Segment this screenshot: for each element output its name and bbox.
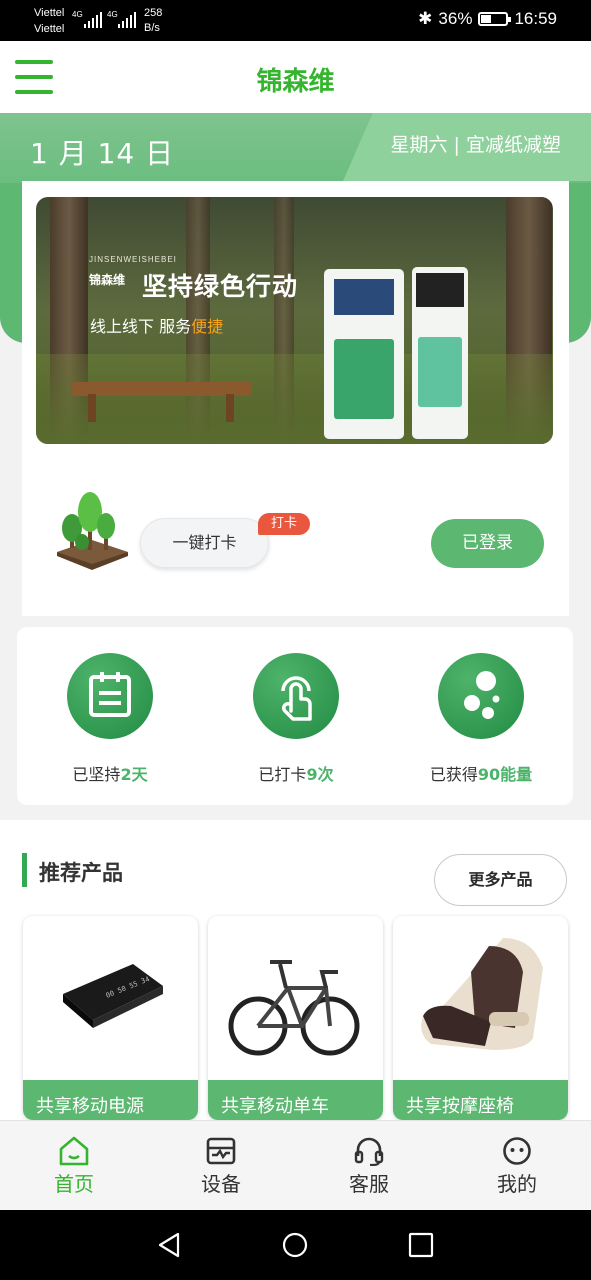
- stat-days: 已坚持2天: [25, 653, 195, 785]
- product-card-massage-chair[interactable]: 共享按摩座椅: [393, 916, 568, 1120]
- banner-grass: [36, 354, 553, 444]
- banner-small-text: JINSENWEISHEBEI: [89, 255, 177, 264]
- carrier2: Viettel: [34, 23, 65, 35]
- tab-device[interactable]: 设备: [171, 1136, 271, 1197]
- tab-service[interactable]: 客服: [319, 1136, 419, 1197]
- home-button-icon[interactable]: [282, 1232, 308, 1258]
- more-products-button[interactable]: 更多产品: [434, 854, 567, 906]
- clock: 16:59: [514, 9, 557, 28]
- promo-banner[interactable]: JINSENWEISHEBEI 锦森维 坚持绿色行动 线上线下 服务便捷: [36, 197, 553, 444]
- recent-apps-icon[interactable]: [408, 1232, 434, 1258]
- banner-title: 坚持绿色行动: [142, 272, 299, 301]
- product-card-power-bank[interactable]: 00 50 55 34 共享移动电源: [23, 916, 198, 1120]
- app-header: 锦森维: [0, 41, 591, 113]
- product-name: 共享按摩座椅: [393, 1080, 568, 1120]
- status-right: ✱ 36% 16:59: [418, 9, 557, 29]
- one-click-checkin-button[interactable]: 一键打卡: [140, 518, 269, 568]
- network-speed: 258 B/s: [144, 7, 163, 34]
- tab-profile[interactable]: 我的: [467, 1136, 567, 1197]
- bluetooth-icon: ✱: [418, 9, 433, 28]
- banner-bench: [72, 382, 252, 396]
- stat-energy: 已获得90能量: [396, 653, 566, 785]
- app-title: 锦森维: [256, 67, 335, 97]
- banner-brand: 锦森维: [89, 273, 126, 287]
- carrier-labels: Viettel Viettel: [34, 5, 64, 37]
- recommend-title: 推荐产品: [39, 861, 123, 885]
- product-name: 共享移动单车: [208, 1080, 383, 1120]
- date-label: 1 月 14 日: [30, 137, 175, 170]
- status-bar: Viettel Viettel 4G 4G 258 B/s ✱ 36% 16:5…: [0, 0, 591, 41]
- carrier1: Viettel: [34, 7, 65, 19]
- battery-icon: [478, 12, 512, 26]
- product-card-bicycle[interactable]: 共享移动单车: [208, 916, 383, 1120]
- stat-checkins: 已打卡9次: [211, 653, 381, 785]
- section-accent-bar: [22, 853, 27, 887]
- kiosk-image: [412, 267, 468, 439]
- bubbles-icon: [438, 653, 524, 739]
- logged-in-button[interactable]: 已登录: [431, 519, 544, 568]
- home-icon: [59, 1136, 89, 1166]
- tab-home[interactable]: 首页: [24, 1136, 124, 1197]
- signal-icon-2: [118, 12, 136, 28]
- tap-hand-icon: [253, 653, 339, 739]
- device-icon: [206, 1137, 236, 1165]
- kiosk-image: [324, 269, 404, 439]
- bicycle-image: [228, 960, 360, 1056]
- headset-icon: [354, 1137, 384, 1166]
- profile-icon: [503, 1137, 531, 1165]
- banner-subtitle: 线上线下 服务便捷: [90, 317, 224, 336]
- network-type-2: 4G: [107, 10, 118, 19]
- signal-icon: [84, 12, 102, 28]
- checkin-badge: 打卡: [258, 513, 310, 535]
- massage-chair-image: [421, 938, 543, 1050]
- tree-icon: [57, 492, 128, 570]
- system-nav-bar: [0, 1210, 591, 1280]
- weekday-label: 星期六 | 宜减纸减塑: [390, 134, 561, 156]
- calendar-icon: [67, 653, 153, 739]
- network-type-1: 4G: [72, 10, 83, 19]
- battery-percent: 36%: [438, 9, 473, 28]
- back-icon[interactable]: [156, 1231, 182, 1259]
- power-bank-image: 00 50 55 34: [63, 964, 163, 1028]
- product-name: 共享移动电源: [23, 1080, 198, 1120]
